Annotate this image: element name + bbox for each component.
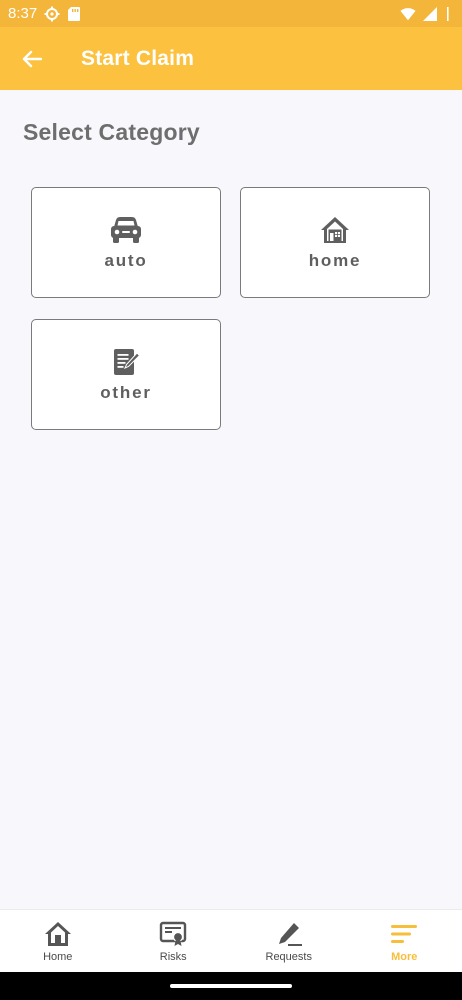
document-edit-icon	[109, 347, 143, 377]
status-bar: 8:37	[0, 0, 462, 27]
settings-icon	[44, 6, 60, 22]
nav-item-home[interactable]: Home	[0, 910, 116, 972]
arrow-left-icon	[22, 50, 42, 68]
home-gesture-handle[interactable]	[170, 984, 292, 988]
nav-label: Requests	[265, 950, 312, 963]
category-label: other	[100, 382, 152, 402]
nav-item-risks[interactable]: Risks	[116, 910, 232, 972]
sd-card-icon	[67, 6, 83, 22]
status-left: 8:37	[8, 5, 83, 22]
status-time: 8:37	[8, 5, 38, 22]
section-title: Select Category	[23, 119, 200, 145]
battery-icon	[444, 6, 452, 22]
nav-item-requests[interactable]: Requests	[231, 910, 347, 972]
status-right	[400, 6, 452, 22]
back-button[interactable]	[20, 47, 44, 71]
page-title: Start Claim	[81, 46, 195, 70]
category-label: home	[308, 250, 362, 270]
wifi-icon	[400, 6, 416, 22]
nav-label: More	[391, 950, 418, 963]
menu-lines-icon	[389, 920, 419, 948]
category-card-home[interactable]: home	[240, 187, 430, 298]
nav-label: Risks	[159, 950, 187, 963]
signal-icon	[422, 6, 438, 22]
home-icon	[43, 920, 73, 948]
bottom-nav: Home Risks Requests More	[0, 909, 462, 972]
certificate-icon	[158, 920, 188, 948]
category-label: auto	[104, 250, 148, 270]
app-bar: Start Claim	[0, 27, 462, 90]
house-icon	[318, 215, 352, 245]
nav-item-more[interactable]: More	[347, 910, 462, 972]
pencil-icon	[274, 920, 304, 948]
category-card-auto[interactable]: auto	[31, 187, 221, 298]
nav-label: Home	[43, 950, 73, 963]
category-card-other[interactable]: other	[31, 319, 221, 430]
car-icon	[109, 215, 143, 245]
gesture-bar	[0, 972, 462, 1000]
